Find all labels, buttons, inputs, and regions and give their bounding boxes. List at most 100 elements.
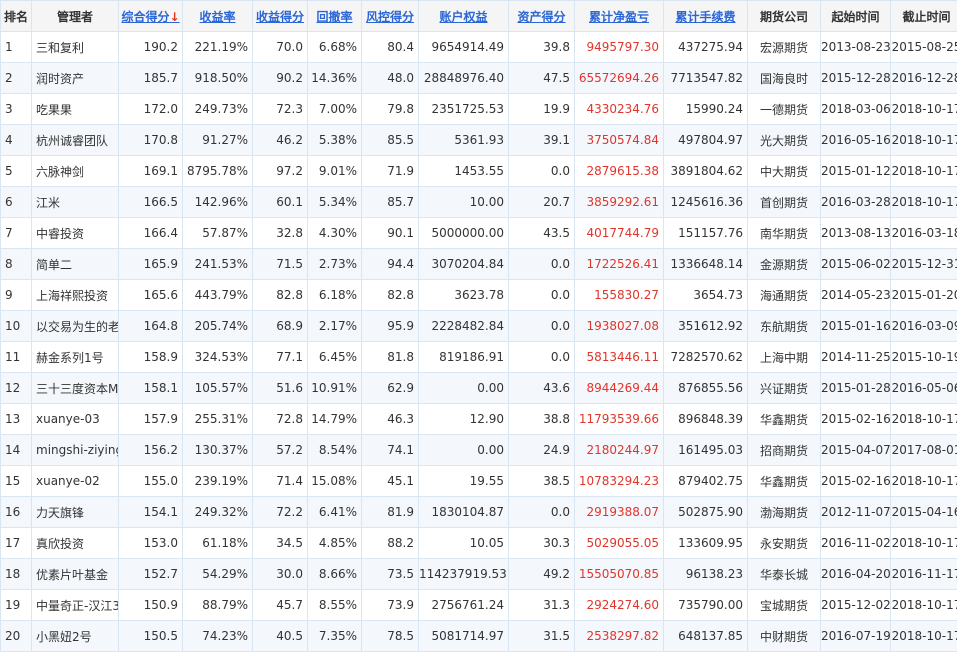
cell-asset-score: 43.5 xyxy=(509,218,575,249)
cell-equity: 19.55 xyxy=(419,466,509,497)
cell-manager[interactable]: xuanye-03 xyxy=(32,404,119,435)
cell-cum-fees: 3891804.62 xyxy=(664,156,748,187)
cell-equity: 10.05 xyxy=(419,528,509,559)
cell-cum-net-pnl: 10783294.23 xyxy=(575,466,664,497)
cell-end-date: 2018-10-17 xyxy=(891,621,957,652)
cell-asset-score: 47.5 xyxy=(509,63,575,94)
cell-cum-net-pnl: 2879615.38 xyxy=(575,156,664,187)
cell-rank: 8 xyxy=(1,249,32,280)
cell-drawdown: 8.55% xyxy=(308,590,362,621)
cell-manager[interactable]: 六脉神剑 xyxy=(32,156,119,187)
cell-manager[interactable]: 三十三度资本M xyxy=(32,373,119,404)
cell-risk-score: 79.8 xyxy=(362,94,419,125)
table-row: 13xuanye-03157.9255.31%72.814.79%46.312.… xyxy=(1,404,957,435)
cell-return-rate: 205.74% xyxy=(183,311,253,342)
cell-manager[interactable]: 杭州诚睿团队 xyxy=(32,125,119,156)
cell-return-score: 68.9 xyxy=(253,311,308,342)
cell-manager[interactable]: 江米 xyxy=(32,187,119,218)
cell-return-score: 30.0 xyxy=(253,559,308,590)
cell-return-rate: 130.37% xyxy=(183,435,253,466)
cell-equity: 3070204.84 xyxy=(419,249,509,280)
cell-end-date: 2015-01-20 xyxy=(891,280,957,311)
cell-manager[interactable]: 中睿投资 xyxy=(32,218,119,249)
cell-manager[interactable]: 吃果果 xyxy=(32,94,119,125)
cell-drawdown: 9.01% xyxy=(308,156,362,187)
cell-rank: 5 xyxy=(1,156,32,187)
cell-manager[interactable]: 赫金系列1号 xyxy=(32,342,119,373)
cell-equity: 0.00 xyxy=(419,435,509,466)
cell-asset-score: 19.9 xyxy=(509,94,575,125)
col-header-asset-score[interactable]: 资产得分 xyxy=(509,1,575,32)
cell-equity: 819186.91 xyxy=(419,342,509,373)
table-row: 11赫金系列1号158.9324.53%77.16.45%81.8819186.… xyxy=(1,342,957,373)
cell-rank: 16 xyxy=(1,497,32,528)
cell-asset-score: 31.3 xyxy=(509,590,575,621)
cell-cum-fees: 896848.39 xyxy=(664,404,748,435)
cell-broker: 国海良时 xyxy=(748,63,821,94)
cell-asset-score: 20.7 xyxy=(509,187,575,218)
cell-manager[interactable]: 简单二 xyxy=(32,249,119,280)
cell-manager[interactable]: mingshi-ziying xyxy=(32,435,119,466)
cell-equity: 2228482.84 xyxy=(419,311,509,342)
cell-rank: 18 xyxy=(1,559,32,590)
col-header-composite-score[interactable]: 综合得分↓ xyxy=(119,1,183,32)
cell-end-date: 2015-08-25 xyxy=(891,32,957,63)
cell-broker: 宝城期货 xyxy=(748,590,821,621)
cell-return-score: 45.7 xyxy=(253,590,308,621)
cell-cum-fees: 133609.95 xyxy=(664,528,748,559)
cell-manager[interactable]: 润时资产 xyxy=(32,63,119,94)
cell-manager[interactable]: 上海祥熙投资 xyxy=(32,280,119,311)
cell-asset-score: 38.8 xyxy=(509,404,575,435)
col-header-return-rate[interactable]: 收益率 xyxy=(183,1,253,32)
cell-risk-score: 94.4 xyxy=(362,249,419,280)
cell-manager[interactable]: 以交易为生的老 xyxy=(32,311,119,342)
cell-return-score: 60.1 xyxy=(253,187,308,218)
cell-manager[interactable]: 三和复利 xyxy=(32,32,119,63)
cell-start-date: 2014-05-23 xyxy=(821,280,891,311)
cell-return-rate: 255.31% xyxy=(183,404,253,435)
table-row: 9上海祥熙投资165.6443.79%82.86.18%82.83623.780… xyxy=(1,280,957,311)
col-header-cum-net-pnl[interactable]: 累计净盈亏 xyxy=(575,1,664,32)
cell-broker: 南华期货 xyxy=(748,218,821,249)
cell-end-date: 2016-03-09 xyxy=(891,311,957,342)
cell-equity: 5000000.00 xyxy=(419,218,509,249)
cell-manager[interactable]: 小黑妞2号 xyxy=(32,621,119,652)
cell-equity: 5081714.97 xyxy=(419,621,509,652)
cell-drawdown: 14.36% xyxy=(308,63,362,94)
cell-drawdown: 5.34% xyxy=(308,187,362,218)
cell-manager[interactable]: 中量奇正-汉江3 xyxy=(32,590,119,621)
cell-cum-fees: 437275.94 xyxy=(664,32,748,63)
table-row: 4杭州诚睿团队170.891.27%46.25.38%85.55361.9339… xyxy=(1,125,957,156)
col-header-return-score[interactable]: 收益得分 xyxy=(253,1,308,32)
table-row: 17真欣投资153.061.18%34.54.85%88.210.0530.35… xyxy=(1,528,957,559)
cell-risk-score: 73.5 xyxy=(362,559,419,590)
cell-start-date: 2016-07-19 xyxy=(821,621,891,652)
col-header-risk-score[interactable]: 风控得分 xyxy=(362,1,419,32)
col-header-drawdown[interactable]: 回撤率 xyxy=(308,1,362,32)
cell-cum-net-pnl: 3859292.61 xyxy=(575,187,664,218)
cell-equity: 1830104.87 xyxy=(419,497,509,528)
cell-manager[interactable]: 优素片叶基金 xyxy=(32,559,119,590)
cell-composite-score: 165.9 xyxy=(119,249,183,280)
cell-rank: 3 xyxy=(1,94,32,125)
cell-drawdown: 2.17% xyxy=(308,311,362,342)
table-row: 19中量奇正-汉江3150.988.79%45.78.55%73.9275676… xyxy=(1,590,957,621)
cell-manager[interactable]: xuanye-02 xyxy=(32,466,119,497)
cell-composite-score: 154.1 xyxy=(119,497,183,528)
cell-equity: 0.00 xyxy=(419,373,509,404)
cell-manager[interactable]: 真欣投资 xyxy=(32,528,119,559)
cell-return-score: 97.2 xyxy=(253,156,308,187)
cell-cum-net-pnl: 5813446.11 xyxy=(575,342,664,373)
cell-return-score: 57.2 xyxy=(253,435,308,466)
cell-composite-score: 156.2 xyxy=(119,435,183,466)
cell-manager[interactable]: 力天旗锋 xyxy=(32,497,119,528)
col-header-broker: 期货公司 xyxy=(748,1,821,32)
cell-cum-fees: 1336648.14 xyxy=(664,249,748,280)
cell-drawdown: 4.85% xyxy=(308,528,362,559)
cell-return-score: 46.2 xyxy=(253,125,308,156)
col-header-cum-fees[interactable]: 累计手续费 xyxy=(664,1,748,32)
col-header-equity[interactable]: 账户权益 xyxy=(419,1,509,32)
cell-asset-score: 43.6 xyxy=(509,373,575,404)
cell-drawdown: 6.68% xyxy=(308,32,362,63)
cell-cum-net-pnl: 2919388.07 xyxy=(575,497,664,528)
